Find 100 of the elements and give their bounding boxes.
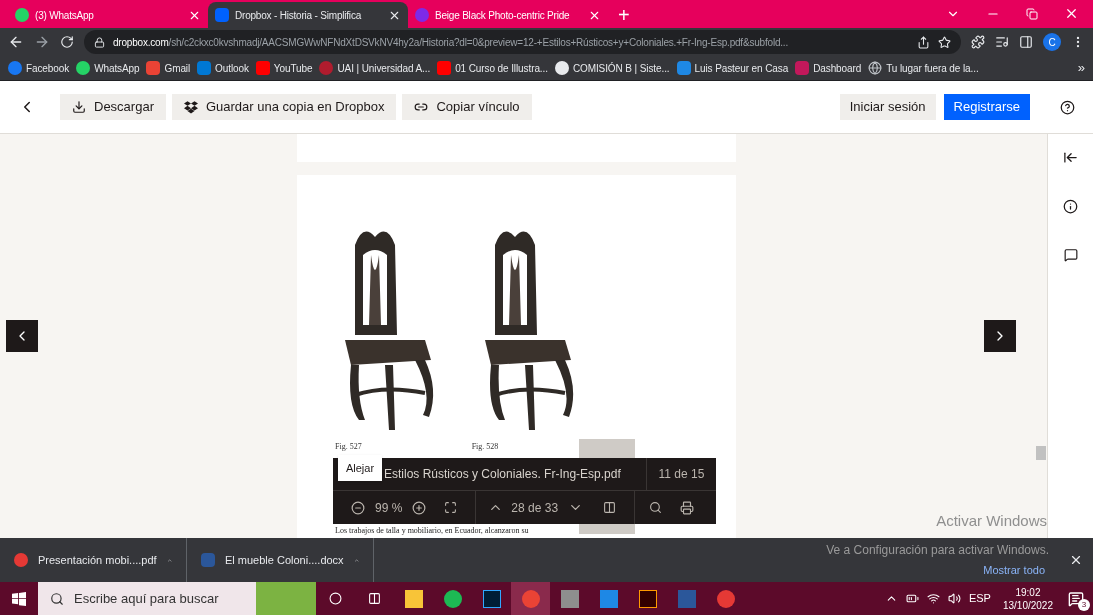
tab-title: Dropbox - Historia - Simplifica	[235, 8, 362, 23]
bookmark-label: Gmail	[164, 61, 191, 76]
bookmark-label: WhatsApp	[94, 61, 140, 76]
restore-icon[interactable]	[1026, 7, 1038, 20]
facebook-icon	[8, 61, 22, 75]
bookmark-label: UAI | Universidad A...	[337, 61, 431, 76]
extensions-icon[interactable]	[971, 35, 985, 49]
new-tab-button[interactable]: +	[608, 2, 640, 28]
bookmark[interactable]: Luis Pasteur en Casa	[676, 60, 789, 76]
whatsapp-icon	[15, 8, 29, 22]
dropbox-icon	[215, 8, 229, 22]
task-view-icon[interactable]	[368, 592, 381, 605]
calendar-icon[interactable]	[599, 589, 618, 608]
windows-logo-icon[interactable]	[12, 591, 26, 606]
tooltip: Alejar	[338, 455, 382, 481]
sidebar-toggle-icon[interactable]	[603, 501, 617, 514]
share-icon[interactable]	[917, 35, 930, 49]
forward-icon[interactable]	[34, 34, 50, 50]
zoom-in-icon[interactable]	[412, 500, 427, 515]
collapse-icon[interactable]	[1063, 150, 1078, 165]
speaker-icon[interactable]	[947, 592, 961, 605]
bookmark[interactable]: 01 Curso de Illustra...	[437, 60, 548, 76]
fullscreen-icon[interactable]	[444, 501, 458, 514]
zoom-out-icon[interactable]	[351, 500, 365, 515]
show-all-button[interactable]: Mostrar todo	[979, 562, 1049, 579]
body-text: Los trabajos de talla y mobiliario, en Ecuador, alcanzaron su	[335, 526, 529, 536]
outlook-icon	[197, 61, 212, 75]
bookmark-label: YouTube	[273, 61, 313, 76]
dropbox-icon	[183, 100, 198, 114]
browser-tab[interactable]: (3) WhatsApp	[8, 2, 208, 28]
address-field[interactable]: dropbox.com/sh/c2ckxc0kvshmadj/AACSMGWwNFNdXtDSVkNV4hy2a/Historia?dl=0&preview=12-+Estilos+Rústicos+y+Coloniales.+Fr-Ing-Esp.pdf&subfold...	[84, 30, 961, 54]
download-icon	[72, 100, 86, 114]
pdf-icon	[14, 553, 28, 567]
close-icon[interactable]	[1064, 6, 1079, 21]
save-copy-button[interactable]: Guardar una copia en Dropbox	[171, 94, 397, 120]
folder-icon[interactable]	[404, 589, 423, 608]
lock-icon	[94, 36, 105, 48]
bookmark-label: Tu lugar fuera de la...	[886, 61, 979, 76]
calculator-icon[interactable]	[560, 589, 579, 608]
bookmark[interactable]: Dashboard	[795, 60, 862, 76]
copy-link-button[interactable]: Copiar vínculo	[402, 94, 532, 120]
bookmark-label: Luis Pasteur en Casa	[694, 61, 789, 76]
notifications-icon[interactable]	[1068, 590, 1084, 607]
activation-message: Ve a Configuración para activar Windows.	[826, 542, 1049, 560]
star-icon[interactable]	[938, 35, 951, 49]
search-icon[interactable]	[649, 501, 663, 514]
music-app-icon[interactable]	[443, 589, 462, 608]
media-icon[interactable]	[995, 35, 1009, 49]
bookmark[interactable]: Facebook	[8, 60, 70, 76]
link-icon	[414, 100, 429, 114]
bookmark[interactable]: WhatsApp	[76, 60, 140, 76]
file-position: 11 de 15	[646, 458, 716, 490]
bookmark[interactable]: Outlook	[197, 60, 249, 76]
bookmark[interactable]: UAI | Universidad A...	[319, 60, 431, 76]
info-icon[interactable]	[1063, 199, 1078, 214]
scrollbar-thumb[interactable]	[1036, 446, 1046, 460]
illustrator-icon[interactable]	[638, 589, 657, 608]
side-panel-icon[interactable]	[1019, 35, 1033, 49]
close-icon[interactable]	[1069, 553, 1083, 567]
taskbar-search-field[interactable]: Escribe aquí para buscar	[38, 582, 316, 615]
more-bookmarks-button[interactable]: »	[1077, 58, 1085, 78]
next-file-button[interactable]	[984, 320, 1016, 352]
photoshop-icon[interactable]	[482, 589, 501, 608]
canva-icon	[415, 8, 429, 22]
clock[interactable]: 19:02 13/10/2022	[1002, 585, 1053, 612]
help-icon[interactable]	[1060, 99, 1075, 115]
bookmark[interactable]: Gmail	[146, 60, 191, 76]
url-text: dropbox.com/sh/c2ckxc0kvshmadj/AACSMGWwNFNdXtDSVkNV4hy2a/Historia?dl=0&preview=12-+Estilos+Rústicos+y+Coloniales.+Fr-Ing-Esp.pdf&subfold...	[113, 35, 788, 50]
search-placeholder: Escribe aquí para buscar	[74, 589, 220, 608]
bookmark-label: COMISIÓN B | Siste...	[572, 61, 670, 76]
file-name: Estilos Rústicos y Coloniales. Fr-Ing-Esp.pdf	[384, 466, 621, 483]
bookmark[interactable]: Tu lugar fuera de la...	[868, 60, 979, 76]
print-icon[interactable]	[680, 500, 695, 515]
time: 19:02	[1015, 585, 1041, 599]
logo-icon	[676, 61, 691, 75]
browser-tab[interactable]: Beige Black Photo-centric Pride	[408, 2, 608, 28]
play-icon	[255, 61, 270, 75]
pdf-reader-icon[interactable]	[716, 589, 735, 608]
browser-tab[interactable]: Dropbox - Historia - Simplifica	[208, 2, 408, 28]
bookmark[interactable]: COMISIÓN B | Siste...	[554, 60, 670, 76]
bookmark[interactable]: YouTube	[255, 60, 313, 76]
battery-icon[interactable]	[905, 592, 919, 605]
whatsapp-icon	[76, 61, 91, 75]
download-name: El mueble Coloni....docx	[225, 552, 344, 568]
cortana-icon[interactable]	[329, 592, 342, 605]
register-button[interactable]: Registrarse	[943, 94, 1030, 120]
sign-in-button[interactable]: Iniciar sesión	[839, 94, 936, 120]
language-indicator[interactable]: ESP	[968, 590, 991, 607]
previous-file-button[interactable]	[6, 320, 38, 352]
wifi-icon[interactable]	[926, 592, 940, 605]
back-icon[interactable]	[8, 34, 24, 50]
tab-title: (3) WhatsApp	[35, 8, 94, 23]
reload-icon[interactable]	[60, 35, 74, 49]
zoom-level: 99 %	[375, 499, 403, 517]
profile-avatar[interactable]: C	[1043, 33, 1061, 51]
activation-title: Activar Windows	[936, 510, 1047, 531]
notification-count: 3	[1078, 598, 1090, 611]
comment-icon[interactable]	[1063, 248, 1078, 262]
download-button[interactable]: Descargar	[60, 94, 166, 120]
globe-icon	[868, 61, 883, 75]
